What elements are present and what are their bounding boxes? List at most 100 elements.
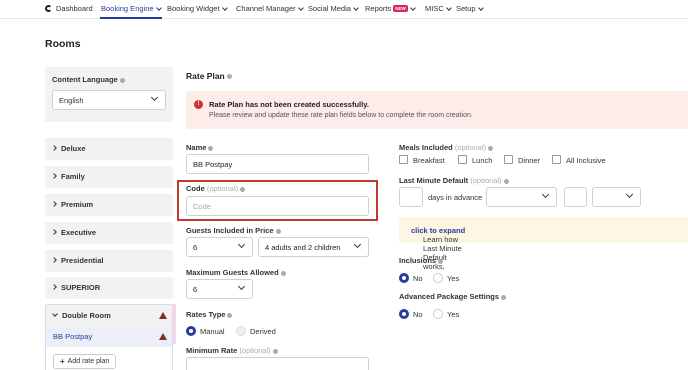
- room-header[interactable]: Double Room: [46, 305, 172, 327]
- nav-misc[interactable]: MISC: [425, 4, 452, 13]
- dinner-label: Dinner: [518, 156, 541, 165]
- warning-icon: [159, 333, 167, 340]
- nav-booking-engine[interactable]: Booking Engine: [101, 4, 162, 13]
- room-item-deluxe[interactable]: Deluxe: [45, 138, 173, 160]
- pink-indicator: [173, 304, 176, 344]
- advanced-no-label: No: [413, 310, 423, 319]
- guests-combination-select[interactable]: 4 adults and 2 children: [258, 237, 369, 257]
- room-label: Double Room: [62, 311, 111, 320]
- max-guests-label: Maximum Guests Allowed: [186, 268, 286, 277]
- chevron-down-icon: [237, 282, 246, 291]
- lunch-checkbox[interactable]: [458, 155, 467, 164]
- room-item-family[interactable]: Family: [45, 166, 173, 188]
- room-item-double-room: Double Room BB Postpay + Add rate plan: [45, 304, 173, 370]
- inclusions-no-radio[interactable]: [399, 273, 409, 283]
- guests-combination-value: 4 adults and 2 children: [265, 243, 341, 252]
- rates-derived-radio[interactable]: [236, 326, 246, 336]
- warning-icon: [159, 312, 167, 319]
- rates-manual-radio[interactable]: [186, 326, 196, 336]
- room-label: Presidential: [61, 256, 104, 265]
- nav-social-media-label: Social Media: [308, 4, 351, 13]
- content-language-label-text: Content Language: [52, 75, 118, 84]
- info-icon: [438, 258, 444, 264]
- inclusions-label-text: Inclusions: [399, 256, 437, 265]
- top-nav: Dashboard Booking Engine Booking Widget …: [0, 0, 688, 19]
- info-icon: [275, 228, 281, 234]
- info-icon: [501, 294, 507, 300]
- chevron-down-icon: [541, 190, 550, 199]
- optional-text: (optional): [470, 176, 502, 185]
- info-icon: [208, 145, 214, 151]
- nav-dashboard[interactable]: Dashboard: [45, 4, 93, 13]
- max-guests-label-text: Maximum Guests Allowed: [186, 268, 279, 277]
- name-label: Name: [186, 143, 214, 152]
- last-minute-select-1[interactable]: [486, 187, 557, 207]
- max-guests-select[interactable]: 6: [186, 279, 253, 299]
- last-minute-info-box[interactable]: Learn how Last Minute Default works, cli…: [399, 217, 688, 271]
- inclusions-no-label: No: [413, 274, 423, 283]
- last-minute-label-text: Last Minute Default: [399, 176, 469, 185]
- advanced-no-radio[interactable]: [399, 309, 409, 319]
- alert-title: Rate Plan has not been created successfu…: [209, 100, 369, 109]
- chevron-down-icon: [477, 4, 484, 11]
- all-inclusive-label: All Inclusive: [566, 156, 606, 165]
- last-minute-select-2[interactable]: [592, 187, 641, 207]
- name-input[interactable]: BB Postpay: [186, 154, 369, 174]
- chevron-down-icon: [52, 311, 58, 317]
- nav-social-media[interactable]: Social Media: [308, 4, 359, 13]
- expand-link[interactable]: click to expand: [411, 226, 465, 235]
- inclusions-label: Inclusions: [399, 256, 444, 265]
- nav-reports[interactable]: Reports NEW: [365, 4, 416, 13]
- page-title: Rooms: [45, 38, 81, 50]
- info-icon: [272, 348, 278, 354]
- room-label: SUPERIOR: [61, 283, 101, 292]
- add-rate-plan-button[interactable]: + Add rate plan: [53, 354, 117, 369]
- active-tab-indicator: [100, 17, 162, 19]
- nav-booking-widget-label: Booking Widget: [167, 4, 220, 13]
- chevron-down-icon: [353, 4, 359, 11]
- rate-plan-title: Rate Plan: [186, 71, 232, 81]
- meals-label: Meals Included (optional): [399, 143, 494, 152]
- room-item-premium[interactable]: Premium: [45, 194, 173, 216]
- rate-plan-item-label: BB Postpay: [53, 332, 93, 341]
- nav-setup[interactable]: Setup: [456, 4, 484, 13]
- advanced-yes-radio[interactable]: [433, 309, 443, 319]
- chevron-right-icon: [51, 257, 57, 263]
- minimum-rate-label: Minimum Rate (optional): [186, 346, 278, 355]
- last-minute-input-2[interactable]: [564, 187, 587, 207]
- minimum-rate-label-text: Minimum Rate: [186, 346, 238, 355]
- rate-plan-item[interactable]: BB Postpay: [46, 327, 172, 347]
- room-item-superior[interactable]: SUPERIOR: [45, 277, 173, 299]
- optional-text: (optional): [454, 143, 487, 152]
- chevron-down-icon: [445, 4, 452, 11]
- inclusions-yes-radio[interactable]: [433, 273, 443, 283]
- room-item-presidential[interactable]: Presidential: [45, 250, 173, 272]
- room-item-executive[interactable]: Executive: [45, 222, 173, 244]
- rate-plan-title-text: Rate Plan: [186, 71, 225, 81]
- plus-icon: +: [60, 357, 65, 366]
- inclusions-yes-label: Yes: [447, 274, 460, 283]
- content-language-panel: Content Language English: [45, 67, 173, 122]
- dinner-checkbox[interactable]: [504, 155, 513, 164]
- all-inclusive-checkbox[interactable]: [552, 155, 561, 164]
- breakfast-checkbox[interactable]: [399, 155, 408, 164]
- guests-included-label-text: Guests Included in Price: [186, 226, 274, 235]
- chevron-down-icon: [150, 93, 159, 102]
- info-icon: [226, 74, 232, 80]
- room-label: Family: [61, 172, 85, 181]
- error-icon: !: [194, 100, 203, 109]
- last-minute-days-input[interactable]: [399, 187, 423, 207]
- guests-included-value: 6: [193, 243, 198, 252]
- alert-body: Please review and update these rate plan…: [209, 112, 473, 119]
- content-language-select[interactable]: English: [52, 90, 166, 110]
- minimum-rate-input[interactable]: [186, 357, 369, 370]
- chevron-down-icon: [237, 240, 246, 249]
- error-alert: ! Rate Plan has not been created success…: [186, 91, 688, 129]
- nav-channel-manager[interactable]: Channel Manager: [236, 4, 304, 13]
- nav-misc-label: MISC: [425, 4, 444, 13]
- content-language-label: Content Language: [52, 75, 125, 84]
- chevron-down-icon: [221, 4, 228, 11]
- advanced-label: Advanced Package Settings: [399, 292, 507, 301]
- guests-included-select[interactable]: 6: [186, 237, 253, 257]
- nav-booking-widget[interactable]: Booking Widget: [167, 4, 228, 13]
